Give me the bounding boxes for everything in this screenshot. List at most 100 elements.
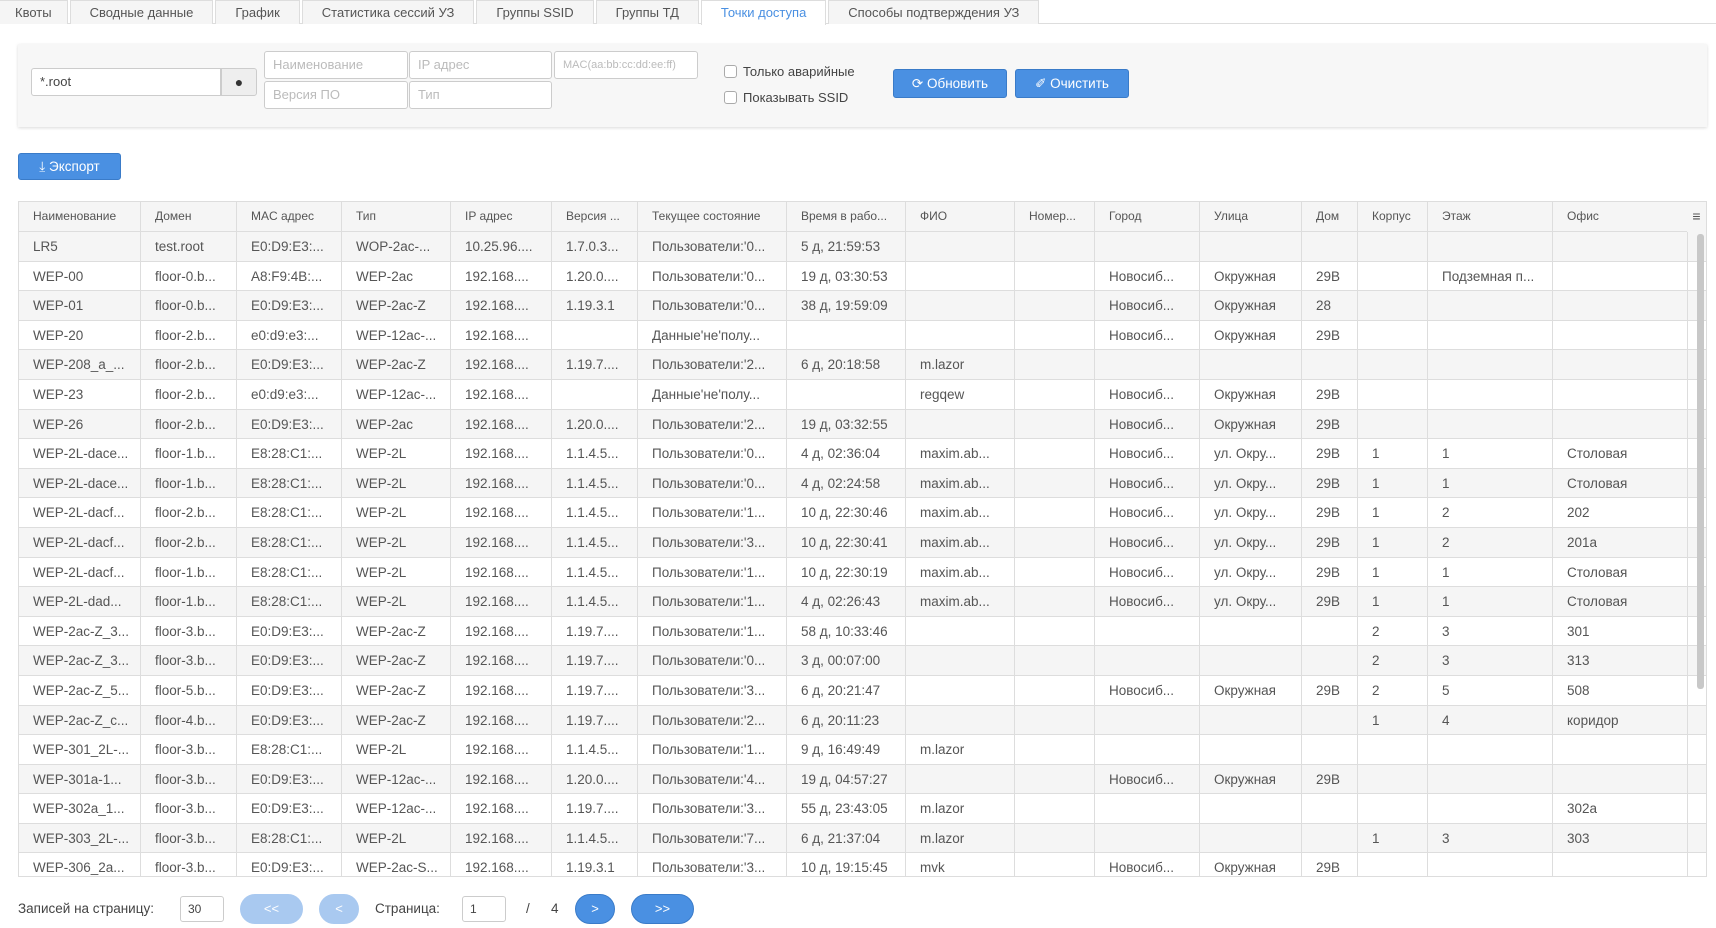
type-filter-input[interactable]: Тип <box>409 81 552 109</box>
table-cell <box>1428 409 1553 439</box>
table-row[interactable]: WEP-2L-dacf... floor-2.b... E8:28:C1:... WE… <box>19 527 1706 558</box>
table-cell: Пользователи:'1... <box>638 735 787 764</box>
table-row[interactable]: WEP-301_2L-... floor-3.b... E8:28:C1:... WE… <box>19 735 1706 765</box>
table-cell <box>1015 498 1095 527</box>
table-cell: 1.19.7.... <box>552 675 638 705</box>
tab-0[interactable]: Квоты <box>0 0 68 24</box>
table-cell <box>906 409 1015 439</box>
globe-icon[interactable]: ● <box>221 68 257 96</box>
table-cell <box>1200 646 1302 675</box>
column-menu-icon[interactable]: ≡ <box>1687 202 1706 232</box>
table-row[interactable]: WEP-2L-dace... floor-1.b... E8:28:C1:... WE… <box>19 468 1706 499</box>
table-cell: 1 <box>1428 557 1553 587</box>
column-header[interactable]: Версия ... <box>552 202 638 231</box>
last-page-button[interactable]: >> <box>631 894 694 924</box>
tab-3[interactable]: Статистика сессий УЗ <box>301 0 475 24</box>
table-row[interactable]: WEP-306_2a... floor-3.b... E0:D9:E3:... WEP… <box>19 853 1706 876</box>
table-cell: WEP-00 <box>19 261 141 291</box>
per-page-input[interactable]: 30 <box>180 896 224 922</box>
table-cell <box>906 646 1015 675</box>
table-row[interactable]: WEP-301a-1... floor-3.b... E0:D9:E3:... WEP… <box>19 764 1706 795</box>
refresh-button[interactable]: ⟳ Обновить <box>893 69 1007 98</box>
tab-5[interactable]: Группы ТД <box>595 0 699 24</box>
table-cell: A8:F9:4B:... <box>237 261 342 291</box>
table-row[interactable]: WEP-303_2L-... floor-3.b... E8:28:C1:... WE… <box>19 823 1706 854</box>
clear-button[interactable]: ✐ Очистить <box>1015 69 1129 98</box>
column-header[interactable]: Домен <box>141 202 237 231</box>
column-header[interactable]: Дом <box>1302 202 1358 231</box>
tab-1[interactable]: Сводные данные <box>69 0 214 24</box>
table-row[interactable]: WEP-2L-dad... floor-1.b... E8:28:C1:... WEP… <box>19 587 1706 617</box>
table-row[interactable]: WEP-2L-dacf... floor-2.b... E8:28:C1:... WE… <box>19 498 1706 528</box>
column-header[interactable]: Офис <box>1553 202 1688 231</box>
tab-2[interactable]: График <box>215 0 300 24</box>
table-row[interactable]: WEP-20 floor-2.b... e0:d9:e3:... WEP-12ac-.… <box>19 320 1706 351</box>
next-page-button[interactable]: > <box>575 894 615 924</box>
table-cell: Пользователи:'0... <box>638 261 787 291</box>
table-row[interactable]: WEP-2ac-Z_5... floor-5.b... E0:D9:E3:... WE… <box>19 675 1706 706</box>
checkbox-box[interactable] <box>724 65 737 78</box>
column-header[interactable]: Тип <box>342 202 451 231</box>
table-cell: Данные'не'полу... <box>638 379 787 409</box>
tab-6[interactable]: Точки доступа <box>700 0 827 25</box>
show-ssid-checkbox[interactable]: Показывать SSID <box>724 90 848 105</box>
table-cell <box>1553 853 1688 876</box>
page-input[interactable]: 1 <box>462 896 506 922</box>
column-header[interactable]: Этаж <box>1428 202 1553 231</box>
only-alarm-checkbox[interactable]: Только аварийные <box>724 64 855 79</box>
table-row[interactable]: WEP-26 floor-2.b... E0:D9:E3:... WEP-2ac 192… <box>19 409 1706 440</box>
table-row[interactable]: WEP-00 floor-0.b... A8:F9:4B:... WEP-2ac 192… <box>19 261 1706 292</box>
vertical-scrollbar[interactable] <box>1697 234 1704 689</box>
ip-filter-input[interactable]: IP адрес <box>409 51 552 79</box>
table-cell: Новосиб... <box>1095 764 1200 794</box>
table-cell <box>1358 379 1428 409</box>
table-cell: 1.1.4.5... <box>552 498 638 527</box>
column-header[interactable]: Текущее состояние <box>638 202 787 231</box>
table-cell <box>1015 853 1095 876</box>
table-cell: WEP-12ac-... <box>342 794 451 823</box>
table-cell: WEP-2L-dad... <box>19 587 141 616</box>
prev-page-button[interactable]: < <box>319 894 359 924</box>
column-header[interactable]: Наименование <box>19 202 141 231</box>
table-cell: 1.20.0.... <box>552 764 638 794</box>
table-row[interactable]: LR5 test.root E0:D9:E3:... WOP-2ac-... 10.25… <box>19 232 1706 262</box>
first-page-button[interactable]: << <box>240 894 303 924</box>
mac-filter-input[interactable]: MAC(aa:bb:cc:dd:ee:ff) <box>554 51 698 79</box>
table-cell: WEP-2L <box>342 735 451 764</box>
table-row[interactable]: WEP-23 floor-2.b... e0:d9:e3:... WEP-12ac-.… <box>19 379 1706 410</box>
column-header[interactable]: ФИО <box>906 202 1015 231</box>
table-cell <box>1095 616 1200 646</box>
table-cell: 29В <box>1302 587 1358 616</box>
table-cell <box>1015 291 1095 320</box>
table-cell: floor-0.b... <box>141 291 237 320</box>
table-row[interactable]: WEP-208_a_... floor-2.b... E0:D9:E3:... WEP… <box>19 350 1706 380</box>
table-row[interactable]: WEP-302a_1... floor-3.b... E0:D9:E3:... WEP… <box>19 794 1706 824</box>
table-cell: 313 <box>1553 646 1688 675</box>
column-header[interactable]: IP адрес <box>451 202 552 231</box>
export-button[interactable]: ⤓ Экспорт <box>18 153 121 180</box>
name-filter-input[interactable]: Наименование <box>264 51 408 79</box>
column-header[interactable]: Корпус <box>1358 202 1428 231</box>
column-header[interactable]: Номер... <box>1015 202 1095 231</box>
table-cell: 1 <box>1358 823 1428 853</box>
table-row[interactable]: WEP-2L-dacf... floor-1.b... E8:28:C1:... WE… <box>19 557 1706 588</box>
table-cell: LR5 <box>19 232 141 261</box>
column-header[interactable]: Город <box>1095 202 1200 231</box>
domain-input[interactable]: *.root <box>31 68 221 96</box>
tab-4[interactable]: Группы SSID <box>476 0 594 24</box>
table-row[interactable]: WEP-2L-dace... floor-1.b... E8:28:C1:... WE… <box>19 439 1706 469</box>
table-row[interactable]: WEP-2ac-Z_3... floor-3.b... E0:D9:E3:... WE… <box>19 646 1706 676</box>
checkbox-box[interactable] <box>724 91 737 104</box>
table-cell: 2 <box>1428 498 1553 527</box>
tab-7[interactable]: Способы подтверждения УЗ <box>828 0 1040 24</box>
table-cell: WEP-208_a_... <box>19 350 141 379</box>
column-header[interactable]: Улица <box>1200 202 1302 231</box>
column-header[interactable]: MAC адрес <box>237 202 342 231</box>
column-header[interactable]: Время в рабо... <box>787 202 906 231</box>
version-filter-input[interactable]: Версия ПО <box>264 81 408 109</box>
table-cell: maxim.ab... <box>906 498 1015 527</box>
table-row[interactable]: WEP-01 floor-0.b... E0:D9:E3:... WEP-2ac-Z 1… <box>19 291 1706 321</box>
table-row[interactable]: WEP-2ac-Z_c... floor-4.b... E0:D9:E3:... WE… <box>19 705 1706 736</box>
table-row[interactable]: WEP-2ac-Z_3... floor-3.b... E0:D9:E3:... WE… <box>19 616 1706 647</box>
table-cell: 1 <box>1358 468 1428 498</box>
